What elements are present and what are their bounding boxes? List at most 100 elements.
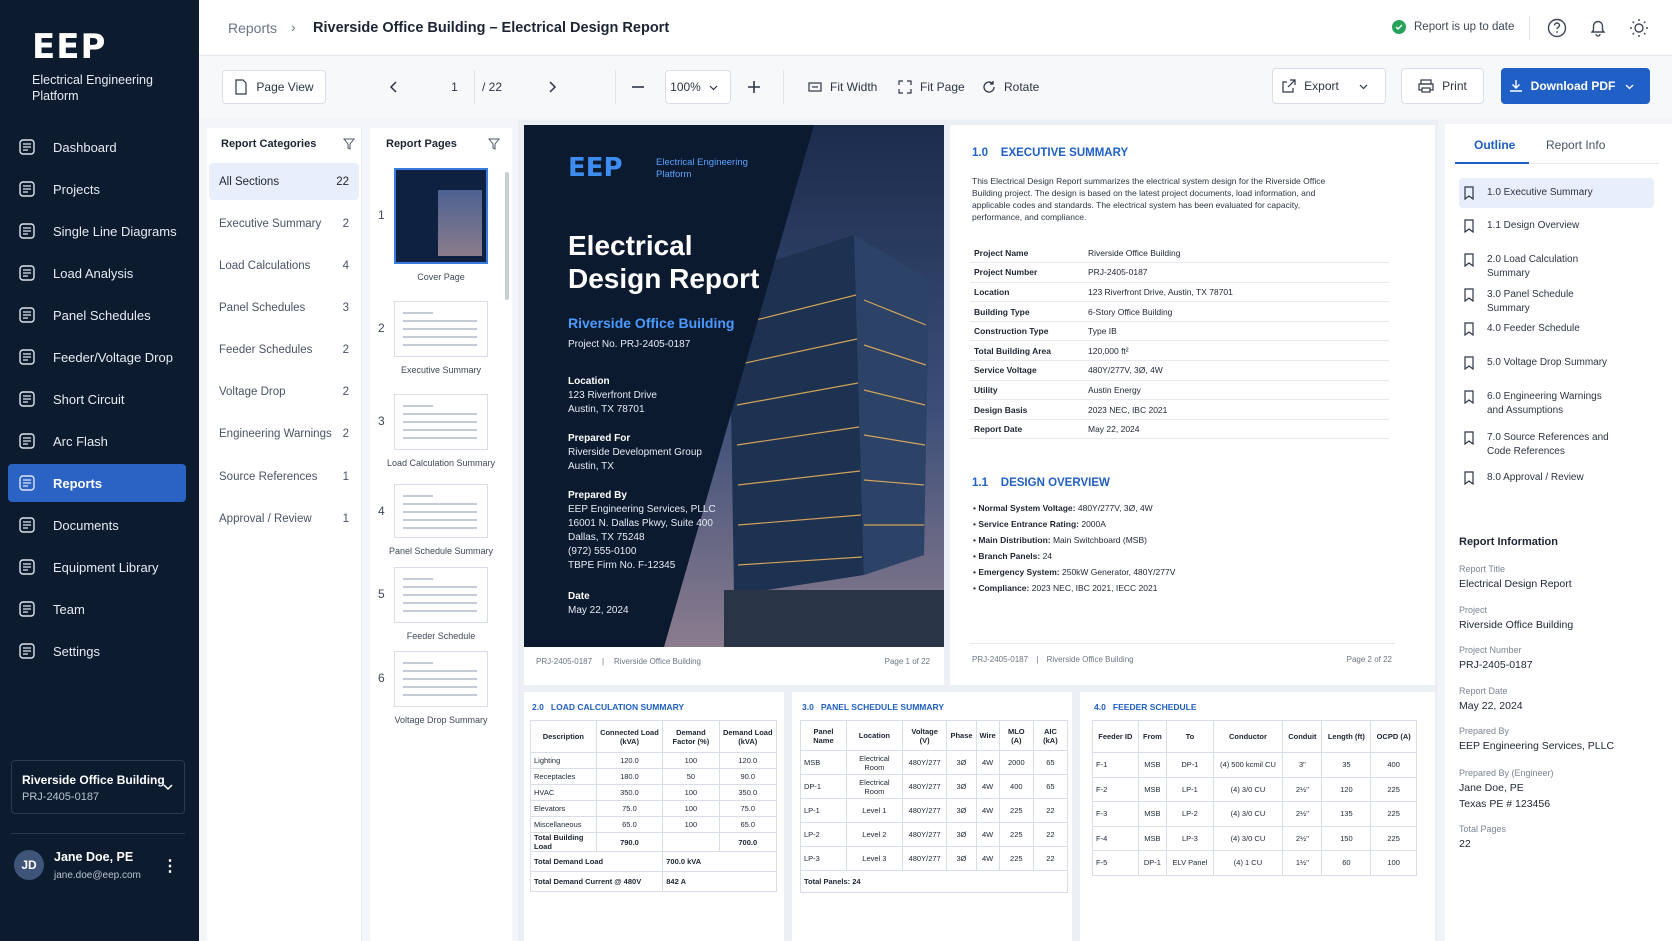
report-info-value: Texas PE # 123456 bbox=[1459, 798, 1551, 810]
section-title: LOAD CALCULATION SUMMARY bbox=[550, 702, 685, 712]
table-cell: Level 2 bbox=[845, 822, 903, 847]
category-item[interactable]: Engineering Warnings 2 bbox=[209, 415, 359, 452]
export-button[interactable]: Export bbox=[1272, 68, 1386, 104]
sidebar-item-documents[interactable]: Documents bbox=[8, 506, 186, 544]
sidebar-item-equipment-library[interactable]: Equipment Library bbox=[8, 548, 186, 586]
page-thumbnail-item[interactable]: 1 Cover Page bbox=[370, 168, 512, 292]
table-cell: MSB bbox=[1137, 825, 1168, 851]
page-thumbnail-item[interactable]: 6 Voltage Drop Summary bbox=[370, 651, 512, 735]
outline-item[interactable]: 4.0 Feeder Schedule bbox=[1459, 316, 1654, 342]
cover-date-heading: Date bbox=[568, 591, 590, 602]
table-cell: 100 bbox=[662, 752, 720, 769]
sidebar-item-feeder-voltage-drop[interactable]: Feeder/Voltage Drop bbox=[8, 338, 186, 376]
zoom-out-icon[interactable] bbox=[631, 80, 645, 94]
table-cell: 225 bbox=[998, 798, 1034, 823]
outline-item[interactable]: 1.1 Design Overview bbox=[1459, 213, 1654, 239]
breadcrumb-reports[interactable]: Reports bbox=[228, 20, 277, 36]
sidebar-item-settings[interactable]: Settings bbox=[8, 632, 186, 670]
page-thumbnail[interactable] bbox=[394, 301, 488, 357]
outline-item[interactable]: 5.0 Voltage Drop Summary bbox=[1459, 350, 1654, 376]
table-cell: 4W bbox=[975, 774, 1000, 799]
thumbnail-line bbox=[403, 429, 477, 431]
print-button[interactable]: Print bbox=[1401, 68, 1484, 104]
spark-icon bbox=[19, 391, 35, 407]
app-logo[interactable]: EEP Electrical Engineering Platform bbox=[32, 30, 162, 104]
page-thumbnail[interactable] bbox=[394, 567, 488, 623]
sidebar-item-label: Equipment Library bbox=[53, 559, 159, 575]
bell-icon[interactable] bbox=[1587, 17, 1609, 39]
category-count: 22 bbox=[336, 175, 349, 188]
zoom-select[interactable]: 100% bbox=[665, 70, 731, 104]
filter-icon[interactable] bbox=[488, 138, 500, 150]
sidebar-item-label: Load Analysis bbox=[53, 265, 134, 281]
rotate-button[interactable]: Rotate bbox=[982, 70, 1039, 104]
thumbnail-line bbox=[403, 344, 477, 346]
category-count: 2 bbox=[342, 385, 349, 398]
sidebar-item-load-analysis[interactable]: Load Analysis bbox=[8, 254, 186, 292]
sidebar-item-short-circuit[interactable]: Short Circuit bbox=[8, 380, 186, 418]
table-cell: Electrical Room bbox=[845, 774, 903, 799]
outline-item[interactable]: 3.0 Panel Schedule Summary bbox=[1459, 282, 1654, 314]
download-pdf-button[interactable]: Download PDF bbox=[1501, 68, 1650, 104]
table-cell: 35 bbox=[1321, 752, 1372, 778]
sidebar-item-team[interactable]: Team bbox=[8, 590, 186, 628]
fit-width-button[interactable]: Fit Width bbox=[808, 70, 877, 104]
cover-page: EEP Electrical Engineering Platform Elec… bbox=[524, 125, 944, 647]
info-value: Austin Energy bbox=[1084, 380, 1389, 401]
page-view-button[interactable]: Page View bbox=[222, 70, 326, 104]
category-item[interactable]: Load Calculations 4 bbox=[209, 247, 359, 284]
page-thumbnail[interactable] bbox=[394, 651, 488, 707]
fit-page-button[interactable]: Fit Page bbox=[898, 70, 965, 104]
category-item[interactable]: Executive Summary 2 bbox=[209, 205, 359, 242]
category-item[interactable]: Source References 1 bbox=[209, 458, 359, 495]
sidebar-item-reports[interactable]: Reports bbox=[8, 464, 186, 502]
category-item[interactable]: Panel Schedules 3 bbox=[209, 289, 359, 326]
sidebar-item-arc-flash[interactable]: Arc Flash bbox=[8, 422, 186, 460]
user-email: jane.doe@eep.com bbox=[54, 870, 141, 881]
page-thumbnail-item[interactable]: 2 Executive Summary bbox=[370, 301, 512, 385]
table-cell: 4W bbox=[975, 846, 1000, 871]
page-thumbnail[interactable] bbox=[394, 168, 488, 264]
category-item[interactable]: All Sections 22 bbox=[209, 163, 359, 200]
cover-logo-subtitle: Electrical Engineering Platform bbox=[656, 157, 748, 181]
outline-item[interactable]: 8.0 Approval / Review bbox=[1459, 465, 1654, 491]
cover-logo-sub-1: Electrical Engineering bbox=[656, 157, 748, 168]
page-thumbnail[interactable] bbox=[394, 394, 488, 450]
zoom-in-icon[interactable] bbox=[747, 80, 761, 94]
category-item[interactable]: Feeder Schedules 2 bbox=[209, 331, 359, 368]
page-number-input[interactable]: 1 bbox=[435, 70, 475, 104]
sidebar-item-projects[interactable]: Projects bbox=[8, 170, 186, 208]
table-cell: LP-2 bbox=[1166, 801, 1214, 827]
page-thumbnail-item[interactable]: 5 Feeder Schedule bbox=[370, 567, 512, 651]
info-value: 6-Story Office Building bbox=[1084, 301, 1389, 322]
category-item[interactable]: Approval / Review 1 bbox=[209, 500, 359, 537]
page-thumbnail-item[interactable]: 4 Panel Schedule Summary bbox=[370, 484, 512, 566]
tab-outline[interactable]: Outline bbox=[1474, 138, 1515, 152]
chevron-left-icon[interactable] bbox=[387, 80, 401, 94]
project-selector[interactable]: Riverside Office Building PRJ-2405-0187 bbox=[11, 760, 185, 814]
outline-item[interactable]: 6.0 Engineering Warnings and Assumptions bbox=[1459, 384, 1654, 420]
sidebar-item-label: Short Circuit bbox=[53, 391, 125, 407]
sun-icon[interactable] bbox=[1628, 17, 1650, 39]
page-thumbnail-item[interactable]: 3 Load Calculation Summary bbox=[370, 394, 512, 478]
category-item[interactable]: Voltage Drop 2 bbox=[209, 373, 359, 410]
sidebar-item-panel-schedules[interactable]: Panel Schedules bbox=[8, 296, 186, 334]
sidebar-item-dashboard[interactable]: Dashboard bbox=[8, 128, 186, 166]
help-icon[interactable] bbox=[1546, 17, 1568, 39]
table-cell: 350.0 bbox=[595, 784, 664, 801]
outline-item-label: 2.0 Load Calculation Summary bbox=[1487, 254, 1579, 279]
outline-item[interactable]: 1.0 Executive Summary bbox=[1459, 178, 1654, 208]
sidebar-item-single-line-diagrams[interactable]: Single Line Diagrams bbox=[8, 212, 186, 250]
tab-report-info[interactable]: Report Info bbox=[1546, 138, 1605, 152]
thumbnail-line bbox=[403, 320, 477, 322]
outline-item[interactable]: 7.0 Source References and Code Reference… bbox=[1459, 425, 1654, 461]
filter-icon[interactable] bbox=[343, 138, 355, 150]
more-vertical-icon[interactable]: ⋮ bbox=[162, 856, 178, 876]
pages-scrollbar[interactable] bbox=[505, 172, 509, 300]
page-thumbnail[interactable] bbox=[394, 484, 488, 538]
bullet-value: Main Switchboard (MSB) bbox=[1052, 535, 1147, 545]
outline-item[interactable]: 2.0 Load Calculation Summary bbox=[1459, 247, 1654, 279]
report-info-value: EEP Engineering Services, PLLC bbox=[1459, 740, 1615, 752]
chevron-right-icon[interactable] bbox=[545, 80, 559, 94]
user-profile[interactable]: JD Jane Doe, PE jane.doe@eep.com ⋮ bbox=[14, 848, 186, 888]
